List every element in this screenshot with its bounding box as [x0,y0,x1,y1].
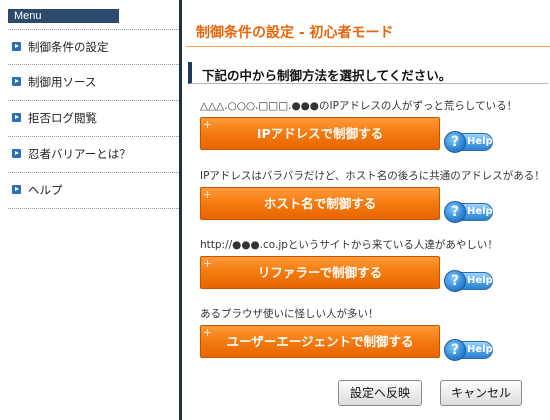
help-label: Help [467,275,493,286]
apply-settings-button[interactable]: 設定へ反映 [338,380,422,406]
plus-mark-icon [204,260,211,267]
sidebar-nav: 制御条件の設定 制御用ソース 拒否ログ閲覧 忍者バリアーとは？ ヘルプ [8,29,179,209]
section-header: 下記の中から制御方法を選択してください。 [188,62,548,84]
arrow-bullet-icon [12,113,21,122]
ip-control-button[interactable]: IPアドレスで制御する [200,117,440,150]
help-label: Help [467,206,493,217]
help-button-hostname[interactable]: ? Help [444,201,493,223]
question-mark-icon: ? [444,201,466,223]
sidebar-item-control-source[interactable]: 制御用ソース [8,65,179,101]
arrow-bullet-icon [12,77,21,86]
button-label: ユーザーエージェントで制御する [226,334,414,349]
button-label: リファラーで制御する [257,265,383,280]
plus-mark-icon [204,329,211,336]
sidebar-item-reject-log[interactable]: 拒否ログ閲覧 [8,101,179,137]
section-heading: 下記の中から制御方法を選択してください。 [202,68,452,83]
user-agent-control-button[interactable]: ユーザーエージェントで制御する [200,325,440,358]
plus-mark-icon [204,121,211,128]
sidebar-item-label: 拒否ログ閲覧 [28,111,97,125]
hostname-control-button[interactable]: ホスト名で制御する [200,187,440,220]
sidebar-item-label: 制御条件の設定 [28,40,109,54]
option-description: http://●●●.co.jpというサイトから来ている人達があやしい！ [200,239,498,251]
help-label: Help [467,136,493,147]
help-button-user-agent[interactable]: ? Help [444,339,493,361]
option-description: IPアドレスはバラバラだけど、ホスト名の後ろに共通のアドレスがある！ [200,170,545,182]
option-description: あるブラウザ使いに怪しい人が多い！ [200,308,379,320]
referrer-control-button[interactable]: リファラーで制御する [200,256,440,289]
question-mark-icon: ? [444,339,466,361]
cancel-button[interactable]: キャンセル [440,380,522,406]
sidebar-header: Menu [8,9,119,23]
option-description: △△△.○○○.□□□.●●●のIPアドレスの人がずっと荒らしている！ [200,100,518,112]
help-label: Help [467,344,493,355]
help-button-referrer[interactable]: ? Help [444,270,493,292]
sidebar-item-label: 制御用ソース [28,75,97,89]
question-mark-icon: ? [444,131,466,153]
sidebar-item-help[interactable]: ヘルプ [8,173,179,209]
button-label: IPアドレスで制御する [256,126,384,141]
question-mark-icon: ? [444,270,466,292]
sidebar-item-label: ヘルプ [28,183,63,197]
title-divider [186,46,550,47]
arrow-bullet-icon [12,42,21,51]
sidebar: Menu 制御条件の設定 制御用ソース 拒否ログ閲覧 忍者バリアーとは？ ヘルプ [0,0,179,420]
plus-mark-icon [204,191,211,198]
sidebar-item-label: 忍者バリアーとは？ [28,147,131,161]
arrow-bullet-icon [12,185,21,194]
sidebar-item-control-settings[interactable]: 制御条件の設定 [8,29,179,65]
sidebar-item-about[interactable]: 忍者バリアーとは？ [8,137,179,173]
main-content: 制御条件の設定 - 初心者モード 下記の中から制御方法を選択してください。 △△… [182,0,550,420]
page-title: 制御条件の設定 - 初心者モード [196,25,394,41]
help-button-ip[interactable]: ? Help [444,131,493,153]
arrow-bullet-icon [12,149,21,158]
button-label: ホスト名で制御する [263,196,377,211]
